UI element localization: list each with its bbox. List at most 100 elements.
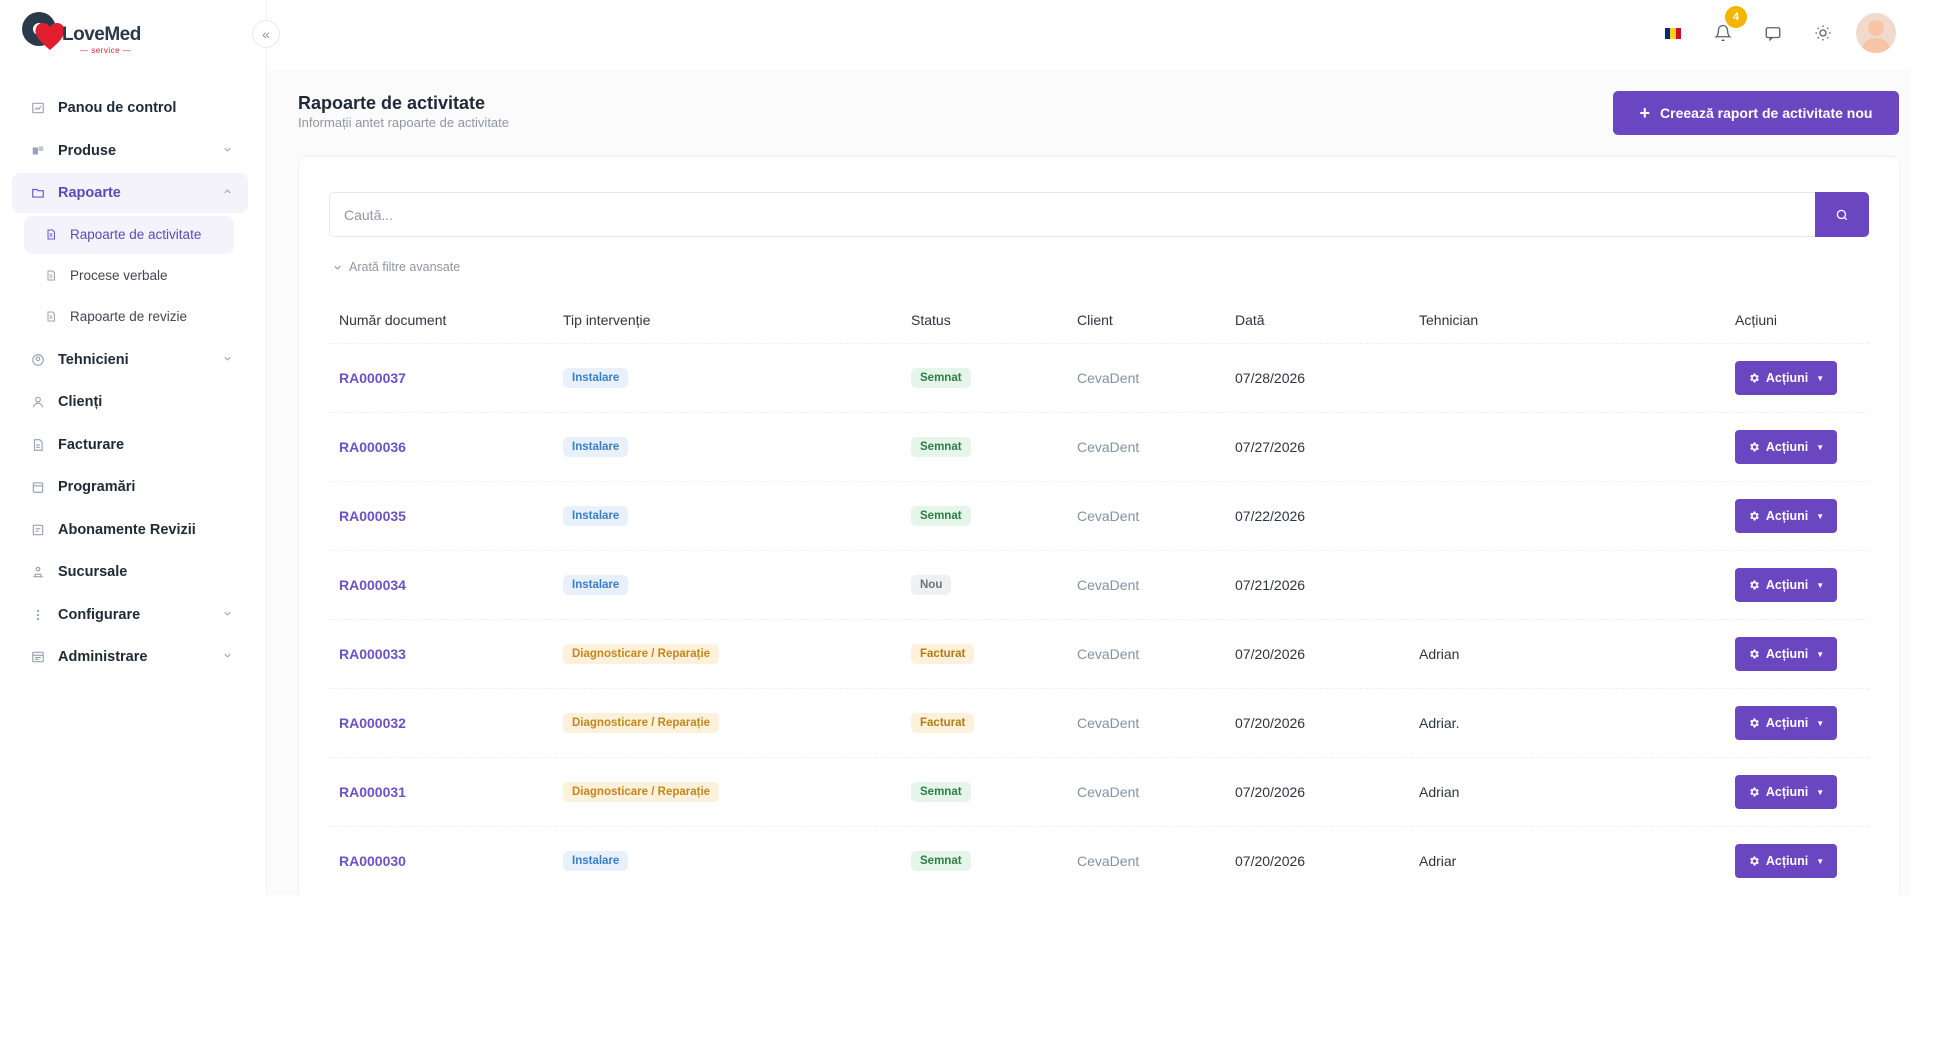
gear-icon (1750, 787, 1759, 797)
sidebar-item-tehnicieni[interactable]: Tehnicieni (12, 340, 248, 380)
sidebar-item-label: Configurare (58, 606, 141, 623)
table-row: RA000032 Diagnosticare / Reparație Factura… (329, 689, 1869, 758)
document-number-link[interactable]: RA000032 (339, 715, 406, 731)
sidebar-item-clienti[interactable]: Clienți (12, 382, 248, 422)
document-number-link[interactable]: RA000030 (339, 853, 406, 869)
chevron-down-icon (222, 144, 234, 156)
sidebar-item-administrare[interactable]: Administrare (12, 637, 248, 677)
column-header[interactable]: Dată (1235, 312, 1419, 328)
brand-subtitle: — service — (80, 46, 132, 55)
submenu-item-2[interactable]: Rapoarte de revizie (24, 298, 234, 336)
language-selector[interactable] (1656, 16, 1690, 50)
sidebar-item-label: Tehnicieni (58, 351, 129, 368)
table-row: RA000035 Instalare Semnat CevaDent 07/22/202… (329, 482, 1869, 551)
table-row: RA000033 Diagnosticare / Reparație Factura… (329, 620, 1869, 689)
intervention-type-badge: Diagnosticare / Reparație (563, 782, 720, 802)
gear-icon (1750, 856, 1759, 866)
caret-down-icon: ▼ (1816, 442, 1825, 452)
column-header[interactable]: Client (1077, 312, 1235, 328)
table-row: RA000034 Instalare Nou CevaDent 07/21/2026 Ac… (329, 551, 1869, 620)
calendar-icon (30, 479, 46, 495)
actions-label: Acțiuni (1765, 854, 1809, 868)
bell-icon (1714, 24, 1732, 42)
column-header[interactable]: Status (911, 312, 1077, 328)
status-badge: Semnat (911, 368, 971, 388)
document-number-link[interactable]: RA000033 (339, 646, 406, 662)
messages-button[interactable] (1756, 16, 1790, 50)
column-header[interactable]: Tehnician (1419, 312, 1735, 328)
technician-name: Adriar (1419, 853, 1457, 869)
chevron-down-icon (222, 353, 234, 365)
sidebar-item-panou-de-control[interactable]: Panou de control (12, 88, 248, 128)
status-badge: Semnat (911, 437, 971, 457)
document-number-link[interactable]: RA000036 (339, 439, 406, 455)
intervention-type-badge: Instalare (563, 368, 629, 388)
gear-icon (1750, 511, 1759, 521)
actions-label: Acțiuni (1765, 440, 1809, 454)
technician-name: Adrian (1419, 784, 1460, 800)
document-number-link[interactable]: RA000035 (339, 508, 406, 524)
sidebar-item-sucursale[interactable]: Sucursale (12, 552, 248, 592)
branch-icon (30, 564, 46, 580)
caret-down-icon: ▼ (1816, 787, 1825, 797)
notifications-button[interactable]: 4 (1706, 6, 1747, 50)
more-vertical-icon (30, 607, 46, 623)
submenu-item-0[interactable]: Rapoarte de activitate (24, 215, 234, 254)
sidebar-item-programari[interactable]: Programări (12, 467, 248, 507)
caret-down-icon: ▼ (1816, 580, 1825, 590)
submenu-item-1[interactable]: Procese verbale (24, 257, 234, 295)
technician-name: Adriar. (1419, 715, 1460, 731)
actions-dropdown-button[interactable]: Acțiuni ▼ (1735, 637, 1837, 671)
report-date: 07/20/2026 (1235, 784, 1306, 800)
reports-card: Caută... Arată filtre avansate Număr doc… (298, 156, 1900, 895)
sidebar-item-produse[interactable]: Produse (12, 131, 248, 171)
search-button[interactable] (1815, 192, 1869, 237)
sidebar-item-rapoarte[interactable]: Rapoarte (12, 173, 248, 213)
dashboard-icon (30, 100, 46, 116)
actions-dropdown-button[interactable]: Acțiuni ▼ (1735, 430, 1837, 464)
column-header[interactable]: Acțiuni (1735, 312, 1869, 328)
sidebar-item-label: Clienți (58, 394, 103, 410)
column-header[interactable]: Număr document (329, 312, 563, 328)
search-input[interactable]: Caută... (329, 192, 1815, 237)
intervention-type-badge: Instalare (563, 575, 629, 595)
create-report-button[interactable]: + Creează raport de activitate nou (1613, 91, 1899, 135)
user-avatar[interactable] (1856, 13, 1896, 53)
sidebar-item-facturare[interactable]: Facturare (12, 425, 248, 465)
table-header: Număr document Tip intervenție Status Clien… (329, 297, 1869, 344)
actions-dropdown-button[interactable]: Acțiuni ▼ (1735, 844, 1837, 878)
theme-toggle-button[interactable] (1806, 16, 1840, 50)
gear-icon (1750, 373, 1759, 383)
actions-label: Acțiuni (1765, 509, 1809, 523)
actions-dropdown-button[interactable]: Acțiuni ▼ (1735, 706, 1837, 740)
column-header[interactable]: Tip intervenție (563, 312, 911, 328)
actions-dropdown-button[interactable]: Acțiuni ▼ (1735, 361, 1837, 395)
search-placeholder: Caută... (344, 206, 394, 223)
intervention-type-badge: Diagnosticare / Reparație (563, 713, 720, 733)
document-number-link[interactable]: RA000037 (339, 370, 406, 386)
chevron-down-icon (222, 608, 234, 620)
sidebar-item-label: Abonamente Revizii (58, 521, 196, 538)
actions-dropdown-button[interactable]: Acțiuni ▼ (1735, 568, 1837, 602)
advanced-filters-toggle[interactable]: Arată filtre avansate (332, 260, 460, 274)
reports-icon (30, 185, 46, 201)
notification-count-badge: 4 (1725, 6, 1747, 28)
sidebar-item-label: Panou de control (58, 100, 177, 116)
create-report-label: Creează raport de activitate nou (1660, 105, 1873, 121)
document-icon (44, 269, 58, 283)
sidebar-item-abonamente-revizii[interactable]: Abonamente Revizii (12, 510, 248, 550)
document-number-link[interactable]: RA000034 (339, 577, 406, 593)
actions-dropdown-button[interactable]: Acțiuni ▼ (1735, 499, 1837, 533)
table-row: RA000037 Instalare Semnat CevaDent 07/28/202… (329, 344, 1869, 413)
actions-label: Acțiuni (1765, 716, 1809, 730)
document-number-link[interactable]: RA000031 (339, 784, 406, 800)
brand-name: LoveMed (62, 24, 141, 45)
main-content: Rapoarte de activitate Informații antet … (268, 70, 1910, 895)
sidebar-item-configurare[interactable]: Configurare (12, 595, 248, 635)
brand-logo[interactable]: LoveMed — service — (22, 10, 162, 58)
chat-icon (1765, 27, 1781, 42)
topbar: 4 (268, 0, 1910, 70)
status-badge: Facturat (911, 713, 975, 733)
collapse-sidebar-button[interactable]: « (252, 20, 280, 48)
actions-dropdown-button[interactable]: Acțiuni ▼ (1735, 775, 1837, 809)
